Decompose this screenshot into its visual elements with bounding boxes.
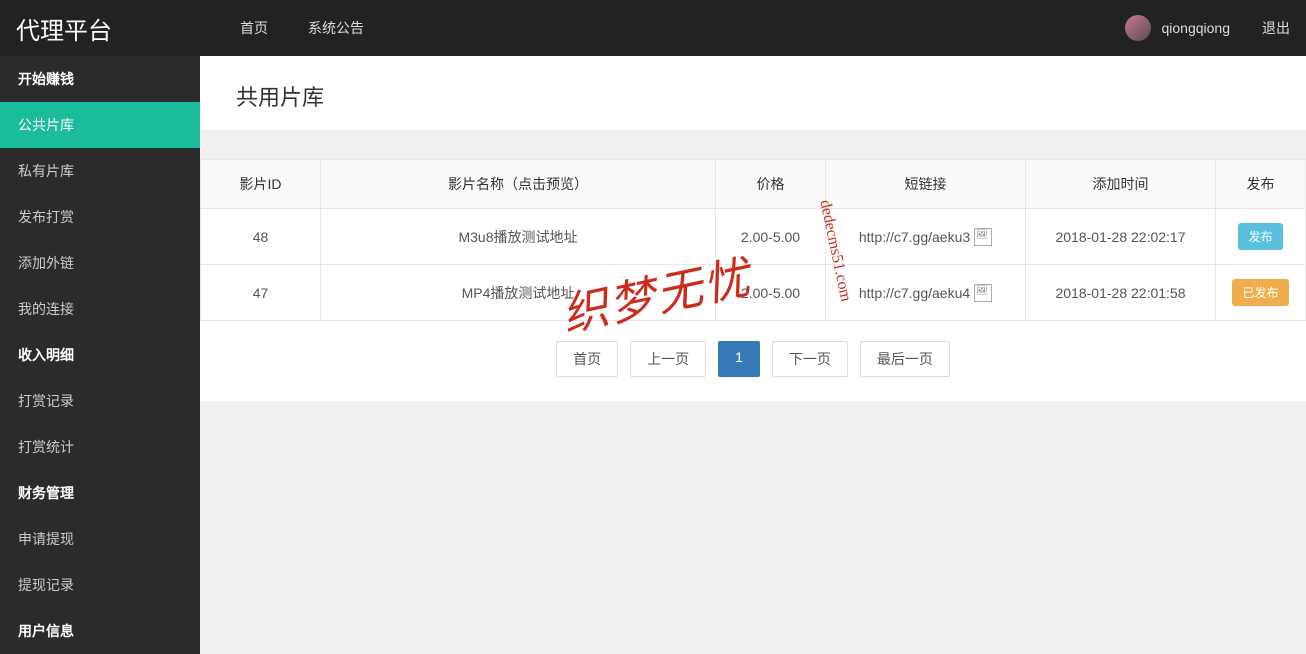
cell-name: MP4播放测试地址 bbox=[321, 265, 716, 321]
page-title: 共用片库 bbox=[236, 80, 1270, 112]
preview-link[interactable]: MP4播放测试地址 bbox=[462, 285, 575, 301]
cell-publish: 发布 bbox=[1216, 209, 1306, 265]
avatar-icon bbox=[1125, 15, 1151, 41]
sidebar-header: 用户信息 bbox=[0, 608, 200, 654]
pagination: 首页 上一页 1 下一页 最后一页 bbox=[200, 321, 1306, 401]
cell-id: 47 bbox=[201, 265, 321, 321]
sidebar-item[interactable]: 私有片库 bbox=[0, 148, 200, 194]
shortlink-text[interactable]: http://c7.gg/aeku3 bbox=[859, 229, 970, 245]
nav-home[interactable]: 首页 bbox=[240, 18, 268, 38]
table-row: 47 MP4播放测试地址 2.00-5.00 http://c7.gg/aeku4 20… bbox=[201, 265, 1306, 321]
nav-notice[interactable]: 系统公告 bbox=[308, 18, 364, 38]
user-menu[interactable]: qiongqiong bbox=[1125, 15, 1230, 41]
th-time: 添加时间 bbox=[1026, 160, 1216, 209]
th-shortlink: 短链接 bbox=[826, 160, 1026, 209]
sidebar-item[interactable]: 发布打赏 bbox=[0, 194, 200, 240]
sidebar-item[interactable]: 公共片库 bbox=[0, 102, 200, 148]
sidebar-item[interactable]: 我的连接 bbox=[0, 286, 200, 332]
page-current[interactable]: 1 bbox=[718, 341, 760, 377]
sidebar-item[interactable]: 打赏记录 bbox=[0, 378, 200, 424]
sidebar-header: 收入明细 bbox=[0, 332, 200, 378]
username-label: qiongqiong bbox=[1161, 20, 1230, 36]
cell-price: 2.00-5.00 bbox=[716, 265, 826, 321]
main-content: 共用片库 影片ID 影片名称（点击预览） 价格 短链接 添加时间 发布 48 M3… bbox=[200, 56, 1306, 654]
cell-id: 48 bbox=[201, 209, 321, 265]
page-prev[interactable]: 上一页 bbox=[630, 341, 706, 377]
cell-publish: 已发布 bbox=[1216, 265, 1306, 321]
th-id: 影片ID bbox=[201, 160, 321, 209]
cell-time: 2018-01-28 22:01:58 bbox=[1026, 265, 1216, 321]
video-table: 影片ID 影片名称（点击预览） 价格 短链接 添加时间 发布 48 M3u8播放测… bbox=[200, 159, 1306, 321]
sidebar-header: 开始赚钱 bbox=[0, 56, 200, 102]
preview-link[interactable]: M3u8播放测试地址 bbox=[458, 229, 577, 245]
page-first[interactable]: 首页 bbox=[556, 341, 618, 377]
th-price: 价格 bbox=[716, 160, 826, 209]
page-next[interactable]: 下一页 bbox=[772, 341, 848, 377]
sidebar-item[interactable]: 打赏统计 bbox=[0, 424, 200, 470]
brand-title: 代理平台 bbox=[16, 11, 200, 46]
sidebar-item[interactable]: 提现记录 bbox=[0, 562, 200, 608]
th-publish: 发布 bbox=[1216, 160, 1306, 209]
broken-image-icon bbox=[974, 228, 992, 246]
top-nav: 首页 系统公告 bbox=[240, 18, 364, 38]
th-name: 影片名称（点击预览） bbox=[321, 160, 716, 209]
topbar: 代理平台 首页 系统公告 qiongqiong 退出 bbox=[0, 0, 1306, 56]
sidebar-header: 财务管理 bbox=[0, 470, 200, 516]
shortlink-text[interactable]: http://c7.gg/aeku4 bbox=[859, 285, 970, 301]
cell-name: M3u8播放测试地址 bbox=[321, 209, 716, 265]
sidebar-item[interactable]: 添加外链 bbox=[0, 240, 200, 286]
publish-button[interactable]: 发布 bbox=[1238, 223, 1282, 250]
cell-price: 2.00-5.00 bbox=[716, 209, 826, 265]
cell-time: 2018-01-28 22:02:17 bbox=[1026, 209, 1216, 265]
cell-shortlink: http://c7.gg/aeku4 bbox=[826, 265, 1026, 321]
page-last[interactable]: 最后一页 bbox=[860, 341, 950, 377]
topbar-right: qiongqiong 退出 bbox=[1125, 15, 1290, 41]
cell-shortlink: http://c7.gg/aeku3 bbox=[826, 209, 1026, 265]
publish-button[interactable]: 已发布 bbox=[1232, 279, 1288, 306]
logout-link[interactable]: 退出 bbox=[1262, 18, 1290, 38]
sidebar: 开始赚钱公共片库私有片库发布打赏添加外链我的连接收入明细打赏记录打赏统计财务管理… bbox=[0, 56, 200, 654]
sidebar-item[interactable]: 申请提现 bbox=[0, 516, 200, 562]
table-row: 48 M3u8播放测试地址 2.00-5.00 http://c7.gg/aeku3 2… bbox=[201, 209, 1306, 265]
broken-image-icon bbox=[974, 284, 992, 302]
